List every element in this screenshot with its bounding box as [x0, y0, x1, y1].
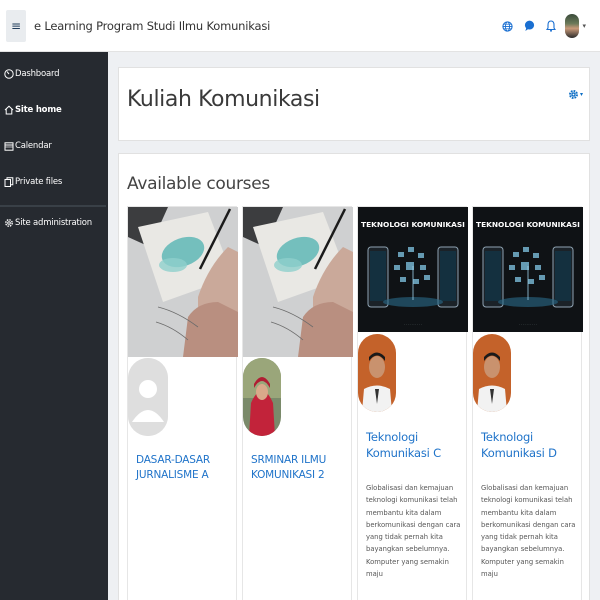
sidebar-item-label: Private files [15, 177, 63, 187]
svg-text:. . . . . . . . . .: . . . . . . . . . . [404, 322, 422, 326]
teacher-avatar [128, 358, 168, 436]
sidebar-item-label: Site administration [15, 218, 92, 228]
page-title: Kuliah Komunikasi [127, 87, 320, 112]
course-name-link[interactable]: Teknologi Komunikasi D [481, 429, 581, 461]
course-image: TEKNOLOGI KOMUNIKASI . . . . . . . . . . [358, 207, 468, 332]
course-name-link[interactable]: SRMINAR ILMU KOMUNIKASI 2 [251, 453, 346, 483]
teacher-avatar [473, 334, 511, 412]
sidebar-item-site-home[interactable]: Site home [4, 105, 62, 115]
course-image [128, 207, 238, 357]
navbar: ≡ e Learning Program Studi Ilmu Komunika… [0, 0, 600, 52]
course-image-caption: TEKNOLOGI KOMUNIKASI [361, 220, 465, 229]
course-summary: Globalisasi dan kemajuan teknologi komun… [366, 484, 461, 579]
course-summary: Globalisasi dan kemajuan teknologi komun… [481, 484, 576, 579]
course-card[interactable]: TEKNOLOGI KOMUNIKASI . . . . . . . . . .… [472, 206, 583, 600]
course-name-link[interactable]: DASAR-DASAR JURNALISME A [136, 453, 231, 483]
gear-icon [5, 219, 13, 227]
user-menu-caret-icon[interactable]: ▾ [582, 22, 586, 30]
course-card[interactable]: SRMINAR ILMU KOMUNIKASI 2 [242, 206, 353, 600]
course-name-link[interactable]: Teknologi Komunikasi C [366, 429, 466, 461]
bell-icon[interactable] [543, 18, 559, 34]
course-image: TEKNOLOGI KOMUNIKASI . . . . . . . . . . [473, 207, 583, 332]
gauge-icon [4, 69, 14, 79]
available-courses-section: Available courses DASAR-DASAR JURNALISME… [118, 153, 590, 600]
sidebar-item-dashboard[interactable]: Dashboard [4, 69, 60, 79]
course-card[interactable]: TEKNOLOGI KOMUNIKASI . . . . . . . . . .… [357, 206, 468, 600]
navbar-actions: ▾ [493, 0, 586, 52]
sidebar-divider [0, 205, 106, 207]
calendar-icon [4, 142, 14, 151]
course-card[interactable]: DASAR-DASAR JURNALISME A [127, 206, 238, 600]
course-image [243, 207, 353, 357]
svg-text:. . . . . . . . . .: . . . . . . . . . . [519, 322, 537, 326]
sidebar-item-label: Site home [15, 105, 62, 115]
teacher-avatar [358, 334, 396, 412]
globe-icon[interactable] [499, 18, 515, 34]
teacher-avatar [243, 358, 281, 436]
user-avatar[interactable] [565, 14, 580, 38]
sidebar-item-site-administration[interactable]: Site administration [4, 218, 92, 228]
home-icon [4, 105, 14, 115]
files-icon [4, 177, 14, 187]
sidebar-item-label: Dashboard [15, 69, 60, 79]
course-image-caption: TEKNOLOGI KOMUNIKASI [476, 220, 580, 229]
sidebar-item-calendar[interactable]: Calendar [4, 141, 52, 151]
site-title[interactable]: e Learning Program Studi Ilmu Komunikasi [34, 19, 270, 33]
sidebar-item-private-files[interactable]: Private files [4, 177, 62, 187]
gear-icon [568, 90, 578, 99]
hamburger-icon: ≡ [10, 18, 22, 33]
page-header: Kuliah Komunikasi ▾ [118, 67, 590, 141]
section-title: Available courses [127, 174, 270, 194]
chevron-down-icon: ▾ [579, 91, 583, 98]
chat-bubble-icon[interactable] [521, 18, 537, 34]
menu-toggle-button[interactable]: ≡ [6, 9, 26, 42]
settings-menu-button[interactable]: ▾ [568, 89, 583, 100]
sidebar: Dashboard Site home Calendar Private fil… [0, 52, 108, 600]
sidebar-item-label: Calendar [15, 141, 52, 151]
